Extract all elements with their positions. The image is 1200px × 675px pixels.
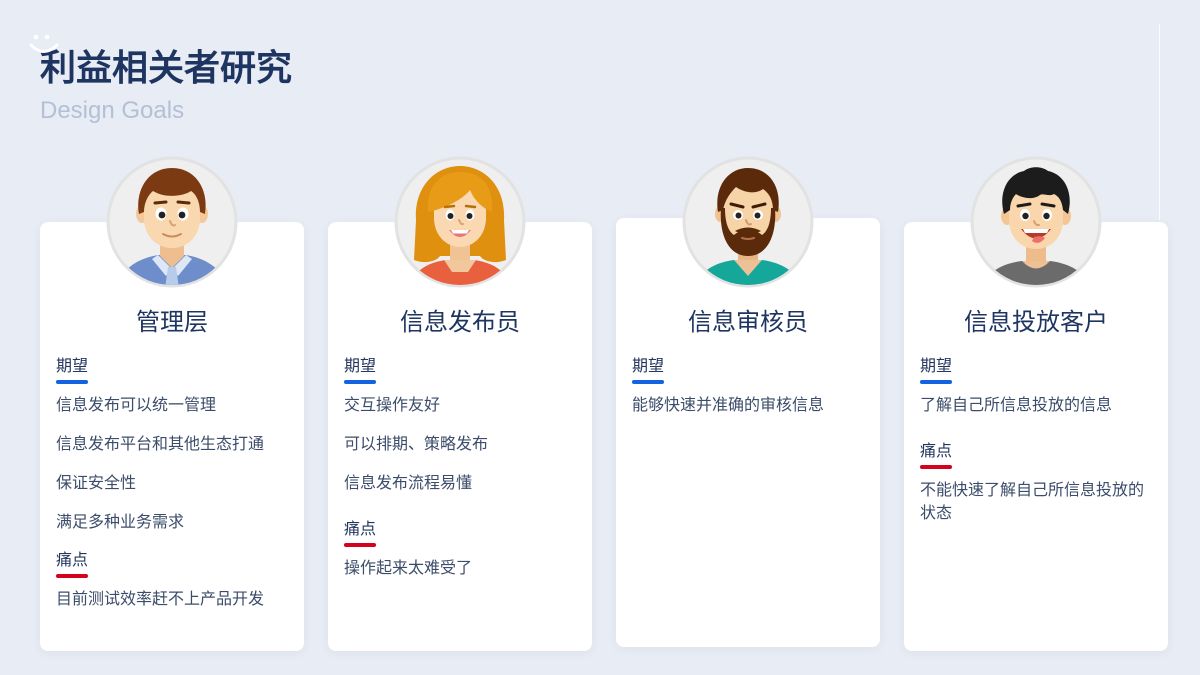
divider-line [1159, 24, 1160, 220]
card-title: 管理层 [136, 309, 208, 336]
manager-avatar-icon [106, 156, 238, 288]
list-item: 信息发布平台和其他生态打通 [56, 436, 265, 453]
avatar [970, 156, 1102, 288]
section-label: 期望 [920, 358, 953, 375]
expectation-underline [920, 380, 952, 384]
list-item: 可以排期、策略发布 [344, 436, 489, 453]
list-item: 交互操作友好 [344, 397, 441, 414]
pain-point-underline [56, 574, 88, 578]
card-title: 信息发布员 [400, 309, 520, 336]
expectation-underline [632, 380, 664, 384]
list-item: 操作起来太难受了 [344, 560, 473, 577]
expectation-underline [344, 380, 376, 384]
card-sections: 期望 能够快速并准确的审核信息 [632, 356, 864, 417]
card-title: 信息投放客户 [964, 309, 1108, 336]
list-item: 了解自己所信息投放的信息 [920, 397, 1113, 414]
expectation-list: 信息发布可以统一管理 信息发布平台和其他生态打通 保证安全性 满足多种业务需求 [56, 394, 288, 534]
section-label: 痛点 [920, 443, 953, 460]
stakeholder-card-client: 信息投放客户 期望 了解自己所信息投放的信息 痛点 不能快速了解自己所信息投放的… [904, 156, 1168, 651]
section-label: 期望 [56, 358, 89, 375]
client-avatar-icon [970, 156, 1102, 288]
pain-point-section: 痛点 操作起来太难受了 [344, 519, 576, 580]
section-label: 痛点 [344, 521, 377, 538]
page-title: 利益相关者研究 [40, 47, 293, 88]
list-item: 不能快速了解自己所信息投放的状态 [920, 482, 1145, 522]
stakeholder-card-manager: 管理层 期望 信息发布可以统一管理 信息发布平台和其他生态打通 保证安全性 满足… [40, 156, 304, 651]
card-sections: 期望 信息发布可以统一管理 信息发布平台和其他生态打通 保证安全性 满足多种业务… [56, 356, 288, 611]
pain-point-underline [920, 465, 952, 469]
pain-point-list: 不能快速了解自己所信息投放的状态 [920, 479, 1152, 525]
avatar [106, 156, 238, 288]
expectation-section: 期望 信息发布可以统一管理 信息发布平台和其他生态打通 保证安全性 满足多种业务… [56, 356, 288, 534]
list-item: 目前测试效率赶不上产品开发 [56, 591, 265, 608]
expectation-underline [56, 380, 88, 384]
page-subtitle: Design Goals [40, 97, 185, 124]
avatar [682, 156, 814, 288]
pain-point-list: 目前测试效率赶不上产品开发 [56, 588, 288, 611]
list-item: 信息发布可以统一管理 [56, 397, 217, 414]
list-item: 信息发布流程易懂 [344, 475, 473, 492]
expectation-section: 期望 能够快速并准确的审核信息 [632, 356, 864, 417]
reviewer-avatar-icon [682, 156, 814, 288]
expectation-list: 交互操作友好 可以排期、策略发布 信息发布流程易懂 [344, 394, 576, 495]
pain-point-section: 痛点 目前测试效率赶不上产品开发 [56, 550, 288, 611]
smiley-icon [29, 34, 59, 53]
card-sections: 期望 了解自己所信息投放的信息 痛点 不能快速了解自己所信息投放的状态 [920, 356, 1152, 525]
stakeholder-card-publisher: 信息发布员 期望 交互操作友好 可以排期、策略发布 信息发布流程易懂 痛点 操作… [328, 156, 592, 651]
list-item: 保证安全性 [56, 475, 137, 492]
pain-point-section: 痛点 不能快速了解自己所信息投放的状态 [920, 441, 1152, 525]
card-sections: 期望 交互操作友好 可以排期、策略发布 信息发布流程易懂 痛点 操作起来太难受了 [344, 356, 576, 580]
stakeholder-card-reviewer: 信息审核员 期望 能够快速并准确的审核信息 [616, 156, 880, 647]
pain-point-underline [344, 543, 376, 547]
expectation-list: 能够快速并准确的审核信息 [632, 394, 864, 417]
expectation-section: 期望 了解自己所信息投放的信息 [920, 356, 1152, 417]
section-label: 痛点 [56, 552, 89, 569]
card-title: 信息审核员 [688, 309, 808, 336]
expectation-list: 了解自己所信息投放的信息 [920, 394, 1152, 417]
expectation-section: 期望 交互操作友好 可以排期、策略发布 信息发布流程易懂 [344, 356, 576, 495]
section-label: 期望 [632, 358, 665, 375]
pain-point-list: 操作起来太难受了 [344, 557, 576, 580]
avatar [394, 156, 526, 288]
publisher-avatar-icon [394, 156, 526, 288]
list-item: 满足多种业务需求 [56, 514, 185, 531]
list-item: 能够快速并准确的审核信息 [632, 397, 825, 414]
section-label: 期望 [344, 358, 377, 375]
